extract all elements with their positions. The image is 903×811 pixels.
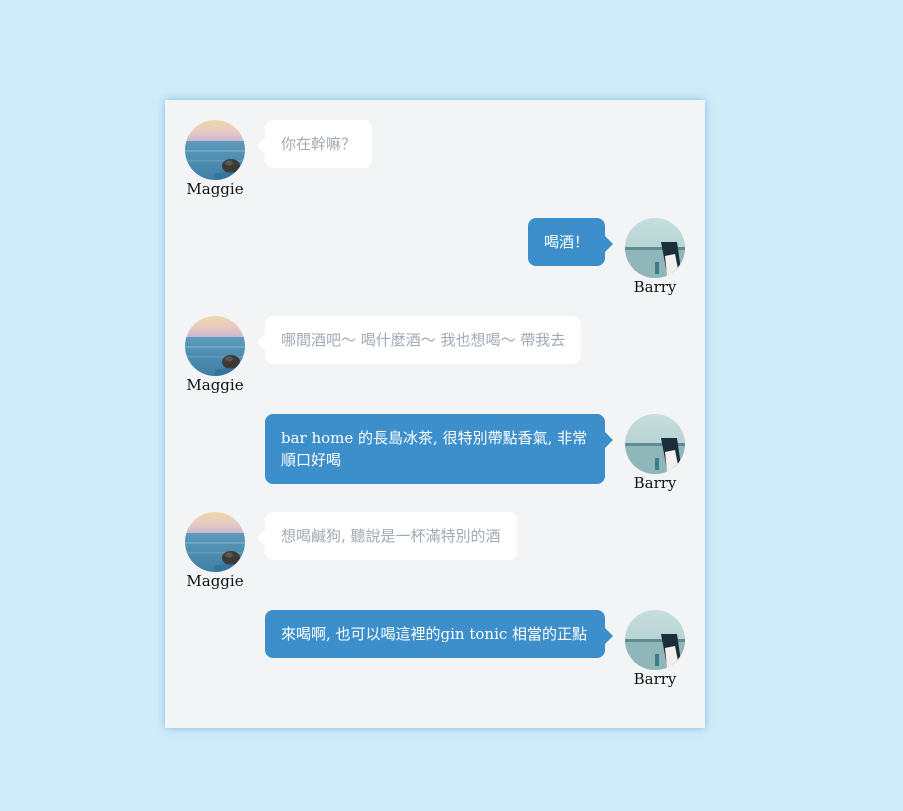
sender-name: Maggie [186,180,244,198]
sender-name: Barry [633,474,677,492]
sea-bottle-avatar-icon[interactable] [625,610,685,670]
sender-block: Barry [625,610,685,688]
outgoing-message-bubble: 喝酒！ [527,218,614,266]
message-row: 來喝啊, 也可以喝這裡的gin tonic 相當的正點 Barry [185,610,685,688]
message-row: Maggie 哪間酒吧～ 喝什麼酒～ 我也想喝～ 帶我去 [185,316,685,394]
incoming-message-bubble: 哪間酒吧～ 喝什麼酒～ 我也想喝～ 帶我去 [256,316,582,364]
sender-name: Maggie [186,376,244,394]
sender-name: Barry [633,278,677,296]
incoming-message-bubble: 你在幹嘛？ [256,120,373,168]
outgoing-message-bubble: 來喝啊, 也可以喝這裡的gin tonic 相當的正點 [265,610,613,658]
message-row: Maggie 你在幹嘛？ [185,120,685,198]
sea-bottle-avatar-icon[interactable] [625,218,685,278]
sender-block: Maggie [185,316,245,394]
chat-panel: Maggie 你在幹嘛？ 喝酒！ Barry Maggie 哪間酒吧～ 喝什麼酒… [165,100,705,728]
incoming-message-bubble: 想喝鹹狗, 聽說是一杯滿特別的酒 [257,512,517,560]
sender-name: Maggie [186,572,244,590]
sender-block: Maggie [185,120,245,198]
sea-rock-avatar-icon[interactable] [185,316,245,376]
outgoing-message-bubble: bar home 的長島冰茶, 很特別帶點香氣, 非常順口好喝 [265,414,613,484]
sea-rock-avatar-icon[interactable] [185,512,245,572]
sender-block: Barry [625,218,685,296]
message-row: Maggie 想喝鹹狗, 聽說是一杯滿特別的酒 [185,512,685,590]
message-row: 喝酒！ Barry [185,218,685,296]
sender-block: Barry [625,414,685,492]
message-row: bar home 的長島冰茶, 很特別帶點香氣, 非常順口好喝 Barry [185,414,685,492]
sea-rock-avatar-icon[interactable] [185,120,245,180]
sea-bottle-avatar-icon[interactable] [625,414,685,474]
sender-block: Maggie [185,512,245,590]
sender-name: Barry [633,670,677,688]
